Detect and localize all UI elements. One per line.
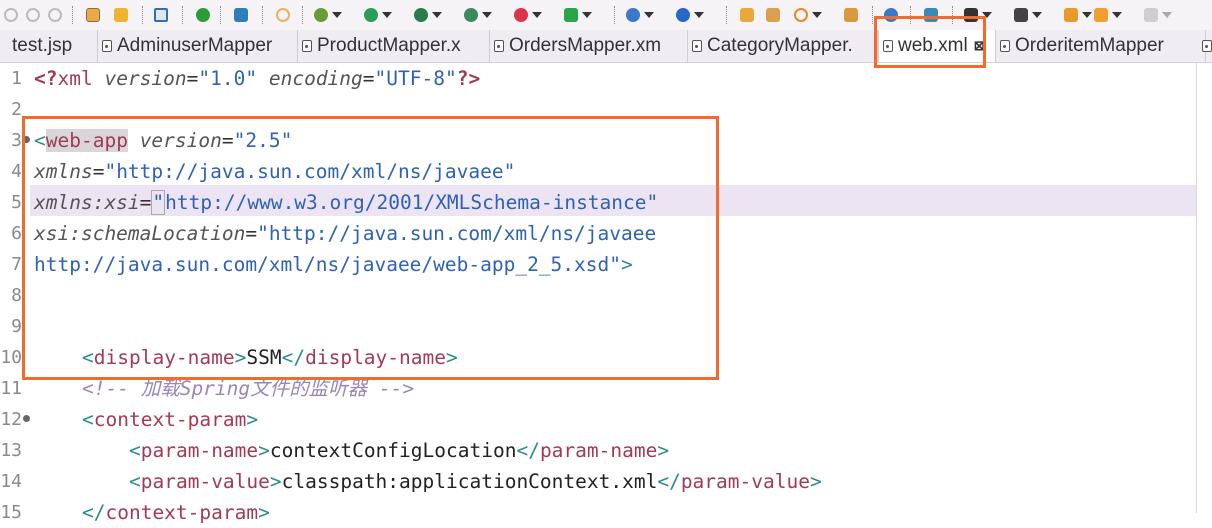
main-toolbar [0, 0, 1212, 31]
tag-close: > [657, 439, 670, 462]
tab-adminuser-mapper[interactable]: AdminuserMapper [98, 30, 298, 62]
stop-icon[interactable] [514, 5, 542, 25]
publish-icon[interactable] [234, 5, 248, 25]
next-annotation-icon[interactable] [1014, 5, 1042, 25]
print-margin [1196, 63, 1197, 513]
code-line-12: <context-param> [82, 404, 258, 435]
tag-name: param-name [140, 439, 259, 462]
line-number: 14 [0, 471, 22, 492]
line-number: 3 [11, 130, 22, 151]
attr-name: version [104, 67, 187, 90]
coverage-icon[interactable] [414, 5, 442, 25]
tag-open: < [129, 470, 141, 493]
code-line-13: <param-name>contextConfigLocation</param… [129, 435, 669, 466]
line-number: 2 [11, 99, 22, 120]
open-type-icon[interactable] [844, 5, 858, 25]
tag-close: > [269, 470, 282, 493]
line-number: 10 [0, 347, 22, 368]
xml-file-icon [1202, 40, 1212, 52]
line-number: 13 [0, 440, 22, 461]
launch-icon[interactable] [564, 5, 592, 25]
attr-value: "1.0" [198, 67, 258, 90]
tab-product-mapper[interactable]: ProductMapper.x [298, 30, 490, 62]
new-icon[interactable] [48, 5, 62, 25]
forward-icon[interactable] [1144, 5, 1172, 25]
pi-name: xml [57, 67, 93, 90]
line-number: 7 [11, 254, 22, 275]
undo-icon[interactable] [4, 5, 18, 25]
tag-name: param-value [140, 470, 270, 493]
tag-name: param-name [539, 439, 658, 462]
spring-icon[interactable] [676, 5, 704, 25]
clean-icon[interactable] [114, 5, 128, 25]
xml-file-icon [494, 40, 504, 52]
tab-label: ProductMapper.x [317, 35, 461, 56]
tab-overflow[interactable] [1200, 30, 1212, 62]
xml-file-icon [1000, 40, 1010, 52]
tab-label: AdminuserMapper [117, 35, 273, 56]
line-number: 5 [11, 192, 22, 213]
element-text: classpath:applicationContext.xml [281, 470, 658, 493]
run-arrow-icon[interactable] [364, 5, 392, 25]
save-icon[interactable] [86, 5, 100, 25]
tab-orders-mapper[interactable]: OrdersMapper.xm [490, 30, 688, 62]
line-number: 12 [0, 409, 22, 430]
tab-label: OrdersMapper.xm [509, 35, 662, 56]
tag-name: context-param [93, 408, 247, 431]
run-icon[interactable] [196, 5, 210, 25]
tab-label: CategoryMapper. [707, 35, 853, 56]
tag-close: > [246, 408, 259, 431]
tab-label: OrderitemMapper [1015, 35, 1164, 56]
element-text: contextConfigLocation [269, 439, 517, 462]
server-icon[interactable] [276, 5, 290, 25]
tag-name: param-value [680, 470, 810, 493]
search-icon[interactable] [794, 5, 822, 25]
code-line-1: <?xml version="1.0" encoding="UTF-8"?> [34, 67, 481, 90]
line-number: 1 [11, 68, 22, 89]
xml-file-icon [102, 40, 112, 52]
code-editor[interactable]: 1 2 3 4 5 6 7 8 9 10 11 12 13 14 15 <?xm… [0, 63, 1212, 524]
line-number: 9 [11, 316, 22, 337]
link-icon[interactable] [154, 5, 168, 25]
fold-icon[interactable] [23, 415, 30, 422]
web-icon[interactable] [626, 5, 654, 25]
tab-category-mapper[interactable]: CategoryMapper. [688, 30, 878, 62]
tab-label: test.jsp [12, 35, 73, 56]
annotation-box-tab [874, 16, 986, 68]
tag-close: > [809, 470, 822, 493]
debug-icon[interactable] [314, 5, 342, 25]
pi-open: <? [34, 67, 58, 90]
xml-comment: <!-- 加载Spring文件的监听器 --> [82, 377, 415, 400]
tag-open: < [82, 408, 94, 431]
line-number: 11 [0, 378, 22, 399]
folder-icon[interactable] [740, 5, 754, 25]
tag-open: < [129, 439, 141, 462]
xml-file-icon [302, 40, 312, 52]
back-icon[interactable] [1094, 5, 1122, 25]
tab-test-jsp[interactable]: test.jsp [0, 30, 98, 62]
prev-annotation-icon[interactable] [1064, 5, 1092, 25]
line-number: 8 [11, 285, 22, 306]
end-tag-open: </ [516, 439, 540, 462]
attr-value: "UTF-8" [374, 67, 457, 90]
xml-file-icon [692, 40, 702, 52]
tab-orderitem-mapper[interactable]: OrderitemMapper [996, 30, 1206, 62]
attr-name: encoding [268, 67, 363, 90]
editor-tab-bar: test.jsp AdminuserMapper ProductMapper.x… [0, 30, 1212, 63]
redo-icon[interactable] [26, 5, 40, 25]
external-tools-icon[interactable] [464, 5, 492, 25]
line-number: 4 [11, 161, 22, 182]
pi-close: ?> [456, 67, 481, 90]
end-tag-open: </ [657, 470, 681, 493]
tag-close: > [258, 439, 270, 462]
code-line-14: <param-value>classpath:applicationContex… [129, 466, 822, 497]
annotation-box-code [22, 116, 719, 380]
new-file-icon[interactable] [766, 5, 780, 25]
line-number: 6 [11, 223, 22, 244]
